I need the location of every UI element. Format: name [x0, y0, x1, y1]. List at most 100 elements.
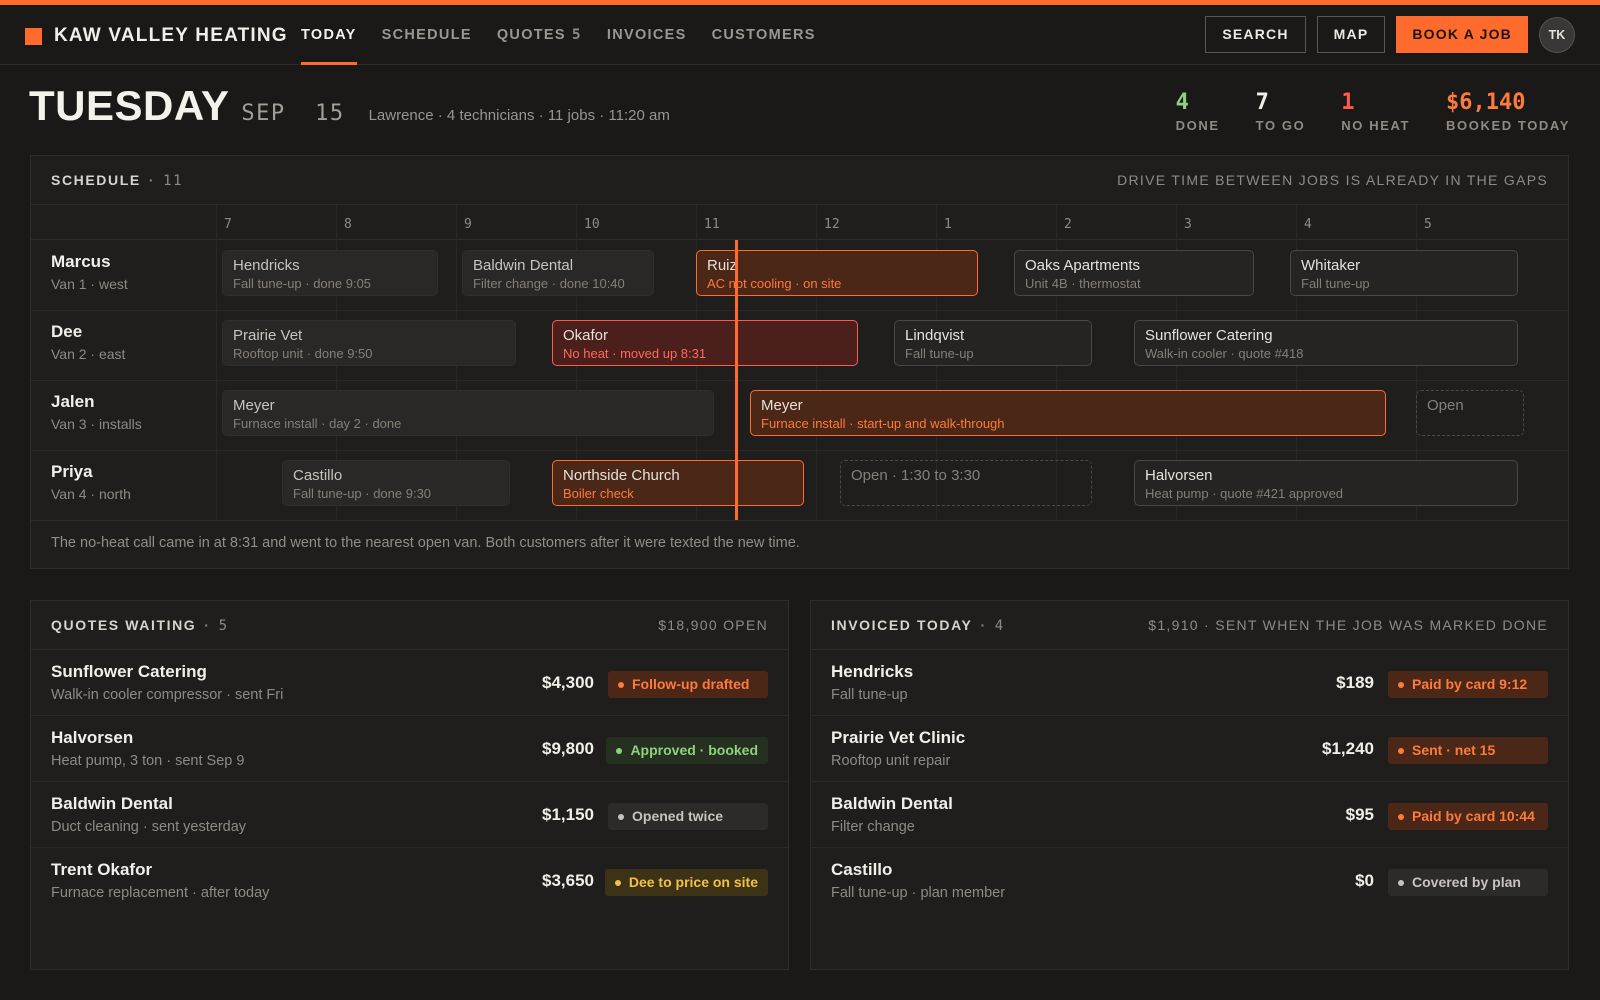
- search-button[interactable]: SEARCH: [1205, 16, 1306, 53]
- nav-quotes[interactable]: QUOTES 5: [497, 5, 582, 65]
- job-customer: Meyer: [233, 397, 275, 414]
- book-job-button[interactable]: BOOK A JOB: [1396, 16, 1528, 53]
- job-description: Fall tune-up · plan member: [831, 885, 1006, 901]
- amount: $189: [1336, 673, 1374, 692]
- job-card[interactable]: Prairie Vet Rooftop unit · done 9:50: [222, 320, 516, 366]
- quotes-panel-header: QUOTES WAITING · 5 $18,900 OPEN: [31, 601, 788, 650]
- job-customer: Whitaker: [1301, 257, 1361, 274]
- day-heading: TUESDAY SEP 15 Lawrence · 4 technicians …: [29, 82, 670, 130]
- open-slot[interactable]: Open · 1:30 to 3:30: [840, 460, 1092, 506]
- brand-name: KAW VALLEY HEATING: [54, 25, 288, 46]
- technician-priya[interactable]: Priya Van 4 · north: [51, 462, 131, 502]
- stat-label: BOOKED TODAY: [1446, 118, 1570, 133]
- status-badge: Follow-up drafted: [608, 671, 768, 698]
- job-card[interactable]: Oaks Apartments Unit 4B · thermostat: [1014, 250, 1254, 296]
- job-detail: Fall tune-up · done 9:05: [233, 276, 372, 291]
- nav-today[interactable]: TODAY: [301, 5, 357, 65]
- job-card[interactable]: Sunflower Catering Walk-in cooler · quote…: [1134, 320, 1518, 366]
- job-card[interactable]: Hendricks Fall tune-up · done 9:05: [222, 250, 438, 296]
- nav-quotes-count: 5: [571, 27, 582, 43]
- job-card[interactable]: Halvorsen Heat pump · quote #421 approved: [1134, 460, 1518, 506]
- quote-row[interactable]: Trent Okafor Furnace replacement · after …: [31, 848, 788, 914]
- job-card[interactable]: Ruiz AC not cooling · on site: [696, 250, 978, 296]
- job-customer: Open: [1427, 397, 1464, 414]
- job-description: Heat pump, 3 ton · sent Sep 9: [51, 753, 245, 769]
- user-avatar[interactable]: TK: [1539, 16, 1575, 53]
- quote-row[interactable]: Sunflower Catering Walk-in cooler compres…: [31, 650, 788, 716]
- job-card[interactable]: Northside Church Boiler check: [552, 460, 804, 506]
- quotes-open-total: $18,900 OPEN: [658, 617, 768, 633]
- nav-invoices[interactable]: INVOICES: [607, 5, 687, 65]
- customer-name: Baldwin Dental: [51, 794, 173, 813]
- invoices-title: INVOICED TODAY · 4: [831, 617, 1005, 634]
- hour-label: 10: [584, 217, 600, 232]
- schedule-panel-header: SCHEDULE · 11 DRIVE TIME BETWEEN JOBS IS A…: [31, 156, 1568, 205]
- customer-name: Sunflower Catering: [51, 662, 207, 681]
- job-card[interactable]: Baldwin Dental Filter change · done 10:40: [462, 250, 654, 296]
- hour-label: 3: [1184, 217, 1192, 232]
- job-customer: Northside Church: [563, 467, 680, 484]
- job-detail: Walk-in cooler · quote #418: [1145, 346, 1304, 361]
- nav-label: CUSTOMERS: [711, 27, 816, 43]
- quote-row[interactable]: Baldwin Dental Duct cleaning · sent yeste…: [31, 782, 788, 848]
- invoice-row[interactable]: Hendricks Fall tune-up $189 Paid by card 9:…: [811, 650, 1568, 716]
- stat-value: 4: [1175, 90, 1189, 115]
- technician-van: Van 4 · north: [51, 486, 131, 502]
- customer-name: Prairie Vet Clinic: [831, 728, 966, 747]
- open-slot[interactable]: Open: [1416, 390, 1524, 436]
- day-name: TUESDAY: [29, 82, 230, 129]
- job-detail: Heat pump · quote #421 approved: [1145, 486, 1344, 501]
- stat-value: 7: [1255, 90, 1269, 115]
- hour-label: 1: [944, 217, 952, 232]
- invoices-note: $1,910 · SENT WHEN THE JOB WAS MARKED DO…: [1148, 617, 1548, 633]
- quote-row[interactable]: Halvorsen Heat pump, 3 ton · sent Sep 9 $9…: [31, 716, 788, 782]
- invoice-row[interactable]: Prairie Vet Clinic Rooftop unit repair $1,…: [811, 716, 1568, 782]
- job-detail: No heat · moved up 8:31: [563, 346, 707, 361]
- current-time-indicator: [735, 240, 738, 520]
- separator-dot: ·: [148, 172, 156, 188]
- schedule-title: SCHEDULE · 11: [51, 172, 183, 189]
- brand[interactable]: KAW VALLEY HEATING: [25, 25, 288, 47]
- job-card[interactable]: Castillo Fall tune-up · done 9:30: [282, 460, 510, 506]
- job-card[interactable]: Meyer Furnace install · start-up and walk…: [750, 390, 1386, 436]
- nav-customers[interactable]: CUSTOMERS: [712, 5, 816, 65]
- stat-value: 1: [1341, 90, 1355, 115]
- job-description: Filter change: [831, 819, 915, 835]
- job-customer: Sunflower Catering: [1145, 327, 1273, 344]
- map-button[interactable]: MAP: [1316, 16, 1386, 53]
- job-card[interactable]: Okafor No heat · moved up 8:31: [552, 320, 858, 366]
- day-date: SEP 15: [241, 101, 345, 126]
- job-customer: Ruiz: [707, 257, 738, 274]
- main-nav: TODAY SCHEDULE QUOTES 5 INVOICES CUSTOMER…: [301, 5, 816, 65]
- invoices-list: Hendricks Fall tune-up $189 Paid by card 9:…: [811, 650, 1568, 914]
- schedule-panel: SCHEDULE · 11 DRIVE TIME BETWEEN JOBS IS A…: [30, 155, 1569, 569]
- job-detail: Fall tune-up: [1301, 276, 1370, 291]
- row-divider: [31, 450, 1568, 451]
- job-card[interactable]: Lindqvist Fall tune-up: [894, 320, 1092, 366]
- time-axis-divider: [31, 239, 1568, 240]
- job-customer: Castillo: [293, 467, 343, 484]
- status-badge: Approved · booked: [606, 737, 768, 764]
- nav-schedule[interactable]: SCHEDULE: [382, 5, 472, 65]
- nav-label: INVOICES: [606, 27, 687, 43]
- invoice-row[interactable]: Castillo Fall tune-up · plan member $0 Cove…: [811, 848, 1568, 914]
- schedule-note: DRIVE TIME BETWEEN JOBS IS ALREADY IN TH…: [1117, 172, 1548, 188]
- invoice-row[interactable]: Baldwin Dental Filter change $95 Paid by ca…: [811, 782, 1568, 848]
- quotes-count: 5: [218, 618, 229, 634]
- panel-title-text: SCHEDULE: [51, 172, 141, 188]
- job-description: Fall tune-up: [831, 687, 908, 703]
- technician-marcus[interactable]: Marcus Van 1 · west: [51, 252, 128, 292]
- day-meta: Lawrence · 4 technicians · 11 jobs · 11:…: [368, 107, 670, 124]
- stat-booked-today: $6,140 BOOKED TODAY: [1446, 90, 1570, 133]
- technician-jalen[interactable]: Jalen Van 3 · installs: [51, 392, 142, 432]
- hour-gridline: [216, 205, 217, 520]
- job-card[interactable]: Whitaker Fall tune-up: [1290, 250, 1518, 296]
- invoices-panel-header: INVOICED TODAY · 4 $1,910 · SENT WHEN THE …: [811, 601, 1568, 650]
- schedule-count: 11: [163, 173, 184, 189]
- job-card[interactable]: Meyer Furnace install · day 2 · done: [222, 390, 714, 436]
- nav-label: TODAY: [301, 27, 357, 43]
- technician-dee[interactable]: Dee Van 2 · east: [51, 322, 125, 362]
- stat-to-go: 7 TO GO: [1256, 90, 1306, 133]
- quotes-title: QUOTES WAITING · 5: [51, 617, 229, 634]
- job-detail: Furnace install · day 2 · done: [233, 416, 402, 431]
